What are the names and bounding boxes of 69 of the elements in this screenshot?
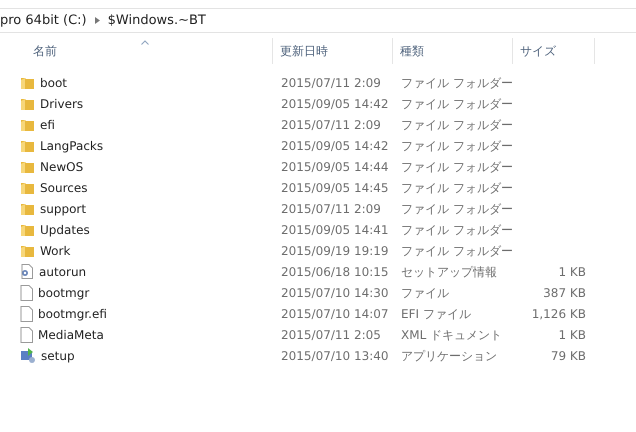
file-size: 387 KB — [543, 284, 587, 302]
modified-date: 2015/09/19 19:19 — [280, 244, 389, 258]
file-type: セットアップ情報 — [400, 264, 497, 278]
folder-icon — [20, 222, 35, 236]
file-name[interactable]: boot — [40, 74, 68, 92]
address-segment[interactable]: $Windows.~BT — [108, 10, 206, 30]
file-name[interactable]: LangPacks — [40, 136, 104, 154]
folder-icon — [20, 118, 35, 132]
file-size: 1 KB — [558, 264, 587, 280]
sort-icon — [141, 40, 150, 45]
file-type: XML ドキュメント — [400, 328, 502, 342]
file-type: ファイル フォルダー — [400, 118, 513, 132]
address-segment[interactable]: pro 64bit (C:) — [0, 10, 87, 30]
file-size: 79 KB — [550, 348, 587, 364]
folder-icon — [20, 180, 35, 194]
file-type: ファイル フォルダー — [400, 76, 513, 90]
folder-icon — [20, 244, 35, 258]
folder-icon — [20, 160, 35, 174]
modified-date: 2015/07/11 2:05 — [280, 328, 381, 342]
file-type: ファイル フォルダー — [400, 180, 513, 194]
file-type: アプリケーション — [400, 348, 497, 362]
file-name[interactable]: Updates — [40, 220, 90, 238]
modified-date: 2015/09/05 14:44 — [280, 160, 389, 174]
file-icon — [20, 284, 33, 300]
file-name[interactable]: bootmgr.efi — [38, 304, 107, 322]
file-size: 1,126 KB — [532, 306, 587, 322]
column-header[interactable]: 更新日時 — [273, 38, 393, 64]
folder-icon — [20, 96, 35, 110]
modified-date: 2015/09/05 14:41 — [280, 222, 389, 236]
file-icon — [20, 306, 33, 322]
file-size: 1 KB — [558, 326, 587, 344]
modified-date: 2015/07/11 2:09 — [280, 118, 381, 132]
modified-date: 2015/07/11 2:09 — [280, 76, 381, 90]
file-name[interactable]: autorun — [39, 262, 86, 280]
file-type: ファイル フォルダー — [400, 138, 513, 152]
file-type: ファイル フォルダー — [400, 160, 513, 174]
file-name[interactable]: efi — [40, 116, 55, 134]
file-name[interactable]: support — [40, 200, 86, 218]
file-type: ファイル フォルダー — [400, 222, 513, 236]
modified-date: 2015/06/18 10:15 — [280, 264, 389, 278]
column-header[interactable]: サイズ — [513, 38, 595, 64]
modified-date: 2015/07/11 2:09 — [280, 202, 381, 216]
file-type: ファイル フォルダー — [400, 96, 513, 110]
file-icon — [20, 326, 33, 342]
file-type: EFI ファイル — [400, 306, 471, 320]
modified-date: 2015/09/05 14:42 — [280, 96, 389, 110]
file-type: ファイル フォルダー — [400, 244, 513, 258]
modified-date: 2015/09/05 14:42 — [280, 138, 389, 152]
file-type: ファイル — [400, 286, 449, 300]
modified-date: 2015/07/10 14:30 — [280, 286, 389, 300]
chevron-icon[interactable] — [94, 17, 100, 24]
file-name[interactable]: setup — [41, 346, 75, 364]
folder-icon — [20, 202, 35, 216]
file-name[interactable]: Drivers — [40, 94, 84, 112]
installer-icon — [20, 348, 36, 363]
file-name[interactable]: Sources — [40, 178, 88, 196]
modified-date: 2015/09/05 14:45 — [280, 180, 389, 194]
modified-date: 2015/07/10 14:07 — [280, 306, 389, 320]
settings-file-icon — [20, 264, 34, 279]
folder-icon — [20, 138, 35, 152]
file-name[interactable]: Work — [40, 242, 70, 260]
file-name[interactable]: NewOS — [40, 158, 84, 176]
column-header[interactable]: 名前 — [0, 38, 273, 64]
modified-date: 2015/07/10 13:40 — [280, 348, 389, 362]
column-header[interactable]: 種類 — [393, 38, 513, 64]
folder-icon — [20, 76, 35, 90]
file-type: ファイル フォルダー — [400, 202, 513, 216]
file-name[interactable]: MediaMeta — [38, 326, 104, 344]
file-name[interactable]: bootmgr — [38, 284, 90, 302]
